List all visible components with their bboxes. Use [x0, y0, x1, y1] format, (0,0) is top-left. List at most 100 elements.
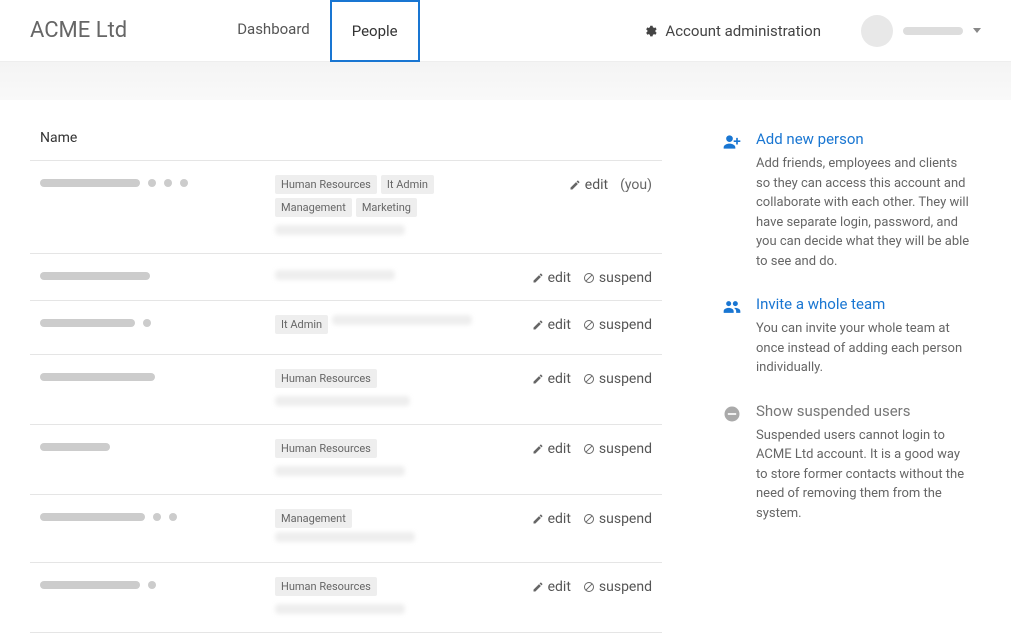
minus-circle-icon — [722, 404, 742, 424]
person-email — [275, 225, 405, 235]
sidebar: Add new person Add friends, employees an… — [722, 130, 991, 633]
person-meta: Human Resources — [275, 439, 492, 480]
person-email — [332, 315, 472, 325]
tag: Human Resources — [275, 439, 377, 458]
person-name — [40, 439, 265, 451]
show-suspended-desc: Suspended users cannot login to ACME Ltd… — [756, 426, 971, 524]
edit-button[interactable]: edit — [532, 579, 571, 595]
suspend-button[interactable]: suspend — [583, 511, 652, 527]
chevron-down-icon — [973, 28, 981, 33]
suspend-label: suspend — [599, 317, 652, 333]
nav-people[interactable]: People — [330, 0, 420, 62]
person-email — [275, 466, 405, 476]
pencil-icon — [532, 272, 544, 284]
edit-button[interactable]: edit — [569, 177, 608, 193]
person-email — [275, 270, 395, 280]
edit-label: edit — [548, 441, 571, 457]
person-meta: Human Resources — [275, 577, 492, 618]
gear-icon — [643, 24, 657, 38]
edit-label: edit — [548, 371, 571, 387]
column-header-name: Name — [30, 130, 662, 161]
suspend-button[interactable]: suspend — [583, 317, 652, 333]
suspend-button[interactable]: suspend — [583, 579, 652, 595]
suspend-button[interactable]: suspend — [583, 371, 652, 387]
person-name — [40, 315, 265, 327]
person-meta: Human ResourcesIt Admin ManagementMarketi… — [275, 175, 492, 239]
tag: It Admin — [275, 315, 328, 334]
add-person-desc: Add friends, employees and clients so th… — [756, 154, 971, 271]
table-row: edit suspend — [30, 254, 662, 301]
tag: Marketing — [356, 198, 417, 217]
people-table: Name Human ResourcesIt AdminManagementMa… — [30, 130, 662, 633]
table-row: Human Resources edit suspend — [30, 355, 662, 425]
suspend-label: suspend — [599, 270, 652, 286]
row-actions: edit suspend — [502, 315, 652, 333]
suspend-label: suspend — [599, 511, 652, 527]
tag: It Admin — [381, 175, 434, 194]
person-meta: Human Resources — [275, 369, 492, 410]
suspend-label: suspend — [599, 579, 652, 595]
tag: Management — [275, 509, 352, 528]
row-actions: edit (you) — [502, 175, 652, 193]
person-name — [40, 175, 265, 187]
tag: Human Resources — [275, 577, 377, 596]
tag: Human Resources — [275, 175, 377, 194]
sidebar-invite-team: Invite a whole team You can invite your … — [722, 295, 971, 378]
edit-button[interactable]: edit — [532, 511, 571, 527]
app-header: ACME Ltd Dashboard People Account admini… — [0, 0, 1011, 62]
person-meta — [275, 268, 492, 284]
person-name — [40, 577, 265, 589]
person-plus-icon — [722, 132, 742, 152]
sidebar-suspended: Show suspended users Suspended users can… — [722, 402, 971, 524]
suspend-label: suspend — [599, 441, 652, 457]
main-nav: Dashboard People — [217, 0, 419, 62]
edit-label: edit — [585, 177, 608, 193]
tag: Human Resources — [275, 369, 377, 388]
edit-label: edit — [548, 317, 571, 333]
pencil-icon — [532, 319, 544, 331]
person-email — [275, 396, 410, 406]
sub-banner — [0, 62, 1011, 100]
pencil-icon — [569, 179, 581, 191]
ban-icon — [583, 443, 595, 455]
nav-dashboard[interactable]: Dashboard — [217, 0, 330, 62]
tag: Management — [275, 198, 352, 217]
avatar — [861, 15, 893, 47]
person-meta: It Admin — [275, 315, 492, 340]
table-row: Human Resources edit suspend — [30, 563, 662, 633]
invite-team-link[interactable]: Invite a whole team — [756, 295, 971, 313]
user-menu[interactable] — [861, 15, 981, 47]
table-row: Management edit suspend — [30, 495, 662, 563]
person-email — [275, 604, 405, 614]
add-person-link[interactable]: Add new person — [756, 130, 971, 148]
person-name — [40, 369, 265, 381]
account-administration-link[interactable]: Account administration — [643, 22, 821, 40]
user-name-placeholder — [903, 27, 963, 35]
edit-label: edit — [548, 579, 571, 595]
brand-name: ACME Ltd — [30, 18, 127, 43]
table-row: It Admin edit suspend — [30, 301, 662, 355]
invite-team-desc: You can invite your whole team at once i… — [756, 319, 971, 378]
pencil-icon — [532, 373, 544, 385]
edit-button[interactable]: edit — [532, 317, 571, 333]
ban-icon — [583, 373, 595, 385]
row-actions: edit suspend — [502, 439, 652, 457]
edit-button[interactable]: edit — [532, 270, 571, 286]
row-actions: edit suspend — [502, 268, 652, 286]
pencil-icon — [532, 513, 544, 525]
row-actions: edit suspend — [502, 509, 652, 527]
edit-button[interactable]: edit — [532, 441, 571, 457]
pencil-icon — [532, 581, 544, 593]
row-actions: edit suspend — [502, 577, 652, 595]
people-icon — [722, 297, 742, 317]
person-name — [40, 268, 265, 280]
person-meta: Management — [275, 509, 492, 548]
suspend-button[interactable]: suspend — [583, 270, 652, 286]
you-indicator: (you) — [620, 177, 652, 193]
edit-label: edit — [548, 511, 571, 527]
sidebar-add-person: Add new person Add friends, employees an… — [722, 130, 971, 271]
show-suspended-link[interactable]: Show suspended users — [756, 402, 971, 420]
suspend-button[interactable]: suspend — [583, 441, 652, 457]
edit-button[interactable]: edit — [532, 371, 571, 387]
edit-label: edit — [548, 270, 571, 286]
